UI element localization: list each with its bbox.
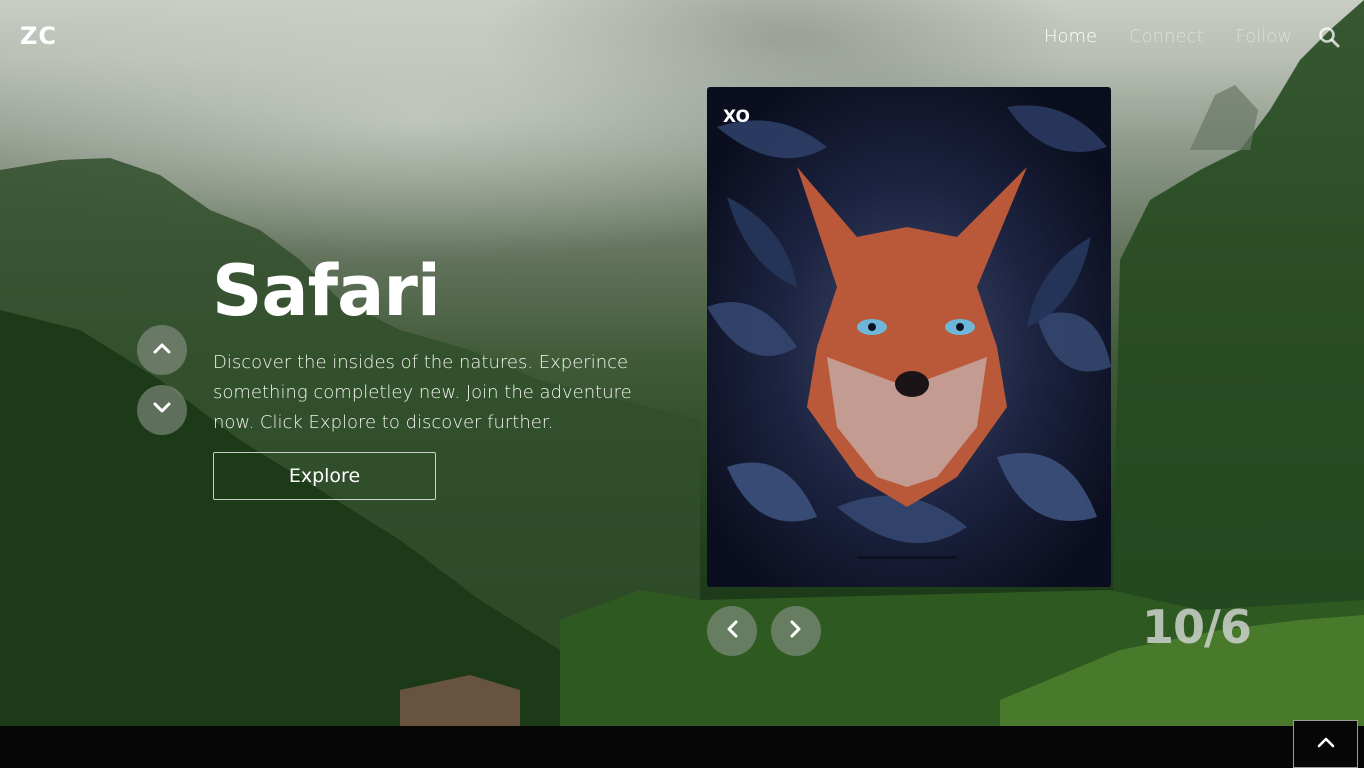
hero-description: Discover the insides of the natures. Exp… [213, 352, 632, 433]
fox-image [707, 105, 1111, 543]
carousel-prev-button[interactable] [707, 606, 757, 656]
main-nav: Home Connect Follow [1044, 26, 1292, 47]
chevron-up-icon [1317, 735, 1335, 753]
chevron-up-icon [152, 341, 172, 360]
chevron-right-icon [789, 619, 803, 644]
top-navigation: ZC Home Connect Follow [0, 0, 1364, 74]
nav-item-home[interactable]: Home [1044, 26, 1097, 47]
explore-button[interactable]: Explore [213, 452, 436, 500]
chevron-down-icon [152, 401, 172, 420]
card-label: XO [723, 107, 750, 127]
hero-title: Safari [212, 250, 441, 332]
featured-card[interactable]: XO [707, 87, 1111, 587]
nav-item-follow[interactable]: Follow [1236, 26, 1292, 47]
footer-bar [0, 726, 1364, 768]
card-progress-indicator [857, 556, 957, 559]
back-to-top-button[interactable] [1293, 720, 1358, 768]
chevron-left-icon [725, 619, 739, 644]
carousel-next-button[interactable] [771, 606, 821, 656]
search-icon[interactable] [1318, 26, 1340, 48]
brand-logo[interactable]: ZC [20, 22, 57, 50]
scroll-up-button[interactable] [137, 325, 187, 375]
scroll-down-button[interactable] [137, 385, 187, 435]
slide-counter: 10/6 [1142, 600, 1252, 654]
nav-item-connect[interactable]: Connect [1129, 26, 1203, 47]
